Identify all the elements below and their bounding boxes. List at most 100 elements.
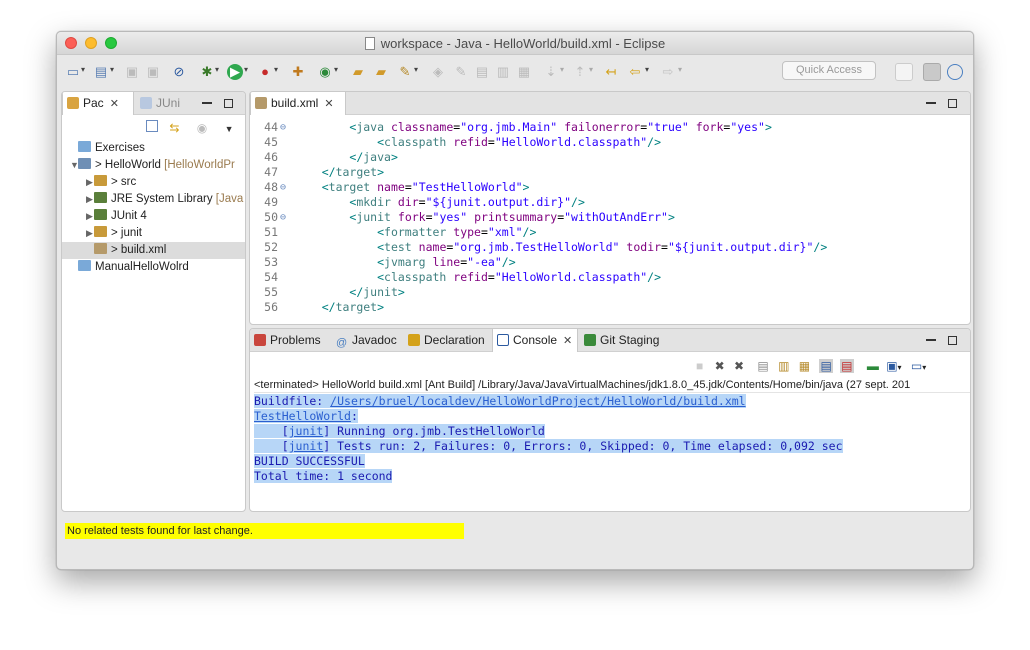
next-annotation-icon[interactable]: ⇣ [543,64,559,80]
console-link[interactable]: junit [289,424,324,438]
tab-package-explorer[interactable]: Pac ✕ [62,92,134,115]
toggle-mark-icon[interactable]: ◈ [430,64,446,80]
external-tools-icon[interactable]: ● [257,64,273,80]
save-all-icon[interactable]: ▣ [145,64,161,80]
tree-item-icon [94,175,107,186]
open-task-icon[interactable]: ▰ [373,64,389,80]
display-console-dropdown-icon[interactable]: ▾ [898,363,902,372]
save-icon[interactable]: ▣ [124,64,140,80]
maximize-icon[interactable] [224,98,233,108]
last-edit-location-icon[interactable]: ↤ [603,64,619,80]
quick-access-input[interactable]: Quick Access [782,61,876,80]
back-icon[interactable]: ⇦ [627,64,643,80]
open-console-icon[interactable]: ▭ [911,359,922,373]
close-icon[interactable]: ✕ [110,98,119,110]
run-dropdown-icon[interactable]: ▾ [244,65,248,74]
forward-dropdown-icon[interactable]: ▾ [678,65,682,74]
minimize-icon[interactable] [926,339,936,342]
pin-console-icon[interactable]: ▬ [867,359,879,373]
expand-right-icon[interactable]: ▶ [86,174,94,191]
toggle-block-icon[interactable]: ✎ [453,64,469,80]
skip-breakpoints-icon[interactable]: ⊘ [171,64,187,80]
tree-item[interactable]: ▶ JUnit 4 [62,208,245,225]
close-icon[interactable]: ✕ [324,98,333,110]
collapse-all-icon[interactable] [146,120,158,132]
tab-declaration[interactable]: Declaration [404,329,490,352]
open-console-dropdown-icon[interactable]: ▾ [922,363,926,372]
new-class-dropdown-icon[interactable]: ▾ [334,65,338,74]
minimize-icon[interactable] [202,102,212,105]
java-perspective-icon[interactable] [923,63,941,81]
editor-text-area[interactable]: 44 ⊖ <java classname="org.jmb.Main" failo… [250,120,970,324]
new-java-class-icon[interactable]: ◉ [317,64,333,80]
debug-dropdown-icon[interactable]: ▾ [215,65,219,74]
forward-icon[interactable]: ⇨ [660,64,676,80]
console-link[interactable]: TestHelloWorld [254,409,351,423]
tab-problems[interactable]: Problems [250,329,330,352]
debug-icon[interactable]: ✱ [199,64,215,80]
word-wrap-icon[interactable]: ▦ [799,359,810,373]
tab-console[interactable]: Console ✕ [492,329,578,352]
expand-right-icon[interactable]: ▶ [86,208,94,225]
tree-item[interactable]: ▶ > src [62,174,245,191]
terminate-icon[interactable]: ■ [696,359,703,373]
display-console-icon[interactable]: ▣ [886,359,897,373]
tree-item[interactable]: ▶ > junit [62,225,245,242]
clear-console-icon[interactable]: ▤ [757,359,768,373]
console-process-label: <terminated> HelloWorld build.xml [Ant B… [254,377,970,393]
new-dropdown-icon[interactable]: ▾ [81,65,85,74]
expand-right-icon[interactable]: ▶ [86,191,94,208]
new-java-dropdown-icon[interactable]: ▾ [110,65,114,74]
toggle-whitespace-icon[interactable]: ▤ [474,64,490,80]
close-icon[interactable]: ✕ [563,335,572,347]
tree-item[interactable]: ▼ > HelloWorld [HelloWorldPr [62,157,245,174]
tab-javadoc[interactable]: @ Javadoc [332,329,402,352]
minimize-icon[interactable] [926,102,936,105]
open-type-icon[interactable]: ▰ [350,64,366,80]
run-icon[interactable]: ▶ [227,64,243,80]
focus-task-icon[interactable]: ◉ [197,121,207,135]
expand-down-icon[interactable]: ▼ [70,157,79,174]
show-whitespace-icon[interactable]: ▥ [495,64,511,80]
next-annotation-dropdown-icon[interactable]: ▾ [560,65,564,74]
link-with-editor-icon[interactable]: ⇆ [169,121,179,135]
tree-item[interactable]: ▶ JRE System Library [Java [62,191,245,208]
new-java-package-icon[interactable]: ✚ [290,64,306,80]
debug-perspective-icon[interactable] [947,64,963,80]
new-java-icon[interactable]: ▤ [93,64,109,80]
console-link[interactable]: /Users/bruel/localdev/HelloWorldProject/… [330,394,745,408]
new-icon[interactable]: ▭ [65,64,81,80]
external-tools-dropdown-icon[interactable]: ▾ [274,65,278,74]
back-dropdown-icon[interactable]: ▾ [645,65,649,74]
open-perspective-icon[interactable] [895,63,913,81]
view-menu-icon[interactable]: ▼ [225,124,234,134]
maximize-icon[interactable] [948,335,957,345]
maximize-icon[interactable] [948,98,957,108]
code-line: 47 </target> [250,165,970,180]
search-dropdown-icon[interactable]: ▾ [414,65,418,74]
previous-annotation-dropdown-icon[interactable]: ▾ [589,65,593,74]
tree-item[interactable]: > build.xml [62,242,245,259]
remove-launch-icon[interactable]: ✖ [715,359,725,373]
fold-toggle-icon[interactable]: ⊖ [280,210,286,225]
search-icon[interactable]: ✎ [397,64,413,80]
tree-item[interactable]: ManualHelloWolrd [62,259,245,276]
tree-item-suffix: [HelloWorldPr [160,159,235,171]
document-icon [364,37,375,50]
format-icon[interactable]: ▦ [516,64,532,80]
fold-toggle-icon[interactable]: ⊖ [280,120,286,135]
console-output[interactable]: Buildfile: /Users/bruel/localdev/HelloWo… [250,394,970,504]
console-window-controls [926,334,957,346]
tree-item[interactable]: Exercises [62,140,245,157]
previous-annotation-icon[interactable]: ⇡ [572,64,588,80]
console-link[interactable]: junit [289,439,324,453]
scroll-lock-icon[interactable]: ▥ [778,359,789,373]
tab-git-staging[interactable]: Git Staging [580,329,670,352]
show-on-stderr-icon[interactable]: ▤ [840,359,854,373]
tab-junit[interactable]: JUni [136,92,188,115]
fold-toggle-icon[interactable]: ⊖ [280,180,286,195]
remove-all-terminated-icon[interactable]: ✖ [734,359,744,373]
show-on-stdout-icon[interactable]: ▤ [819,359,833,373]
expand-right-icon[interactable]: ▶ [86,225,94,242]
tab-build-xml[interactable]: build.xml ✕ [250,92,346,115]
